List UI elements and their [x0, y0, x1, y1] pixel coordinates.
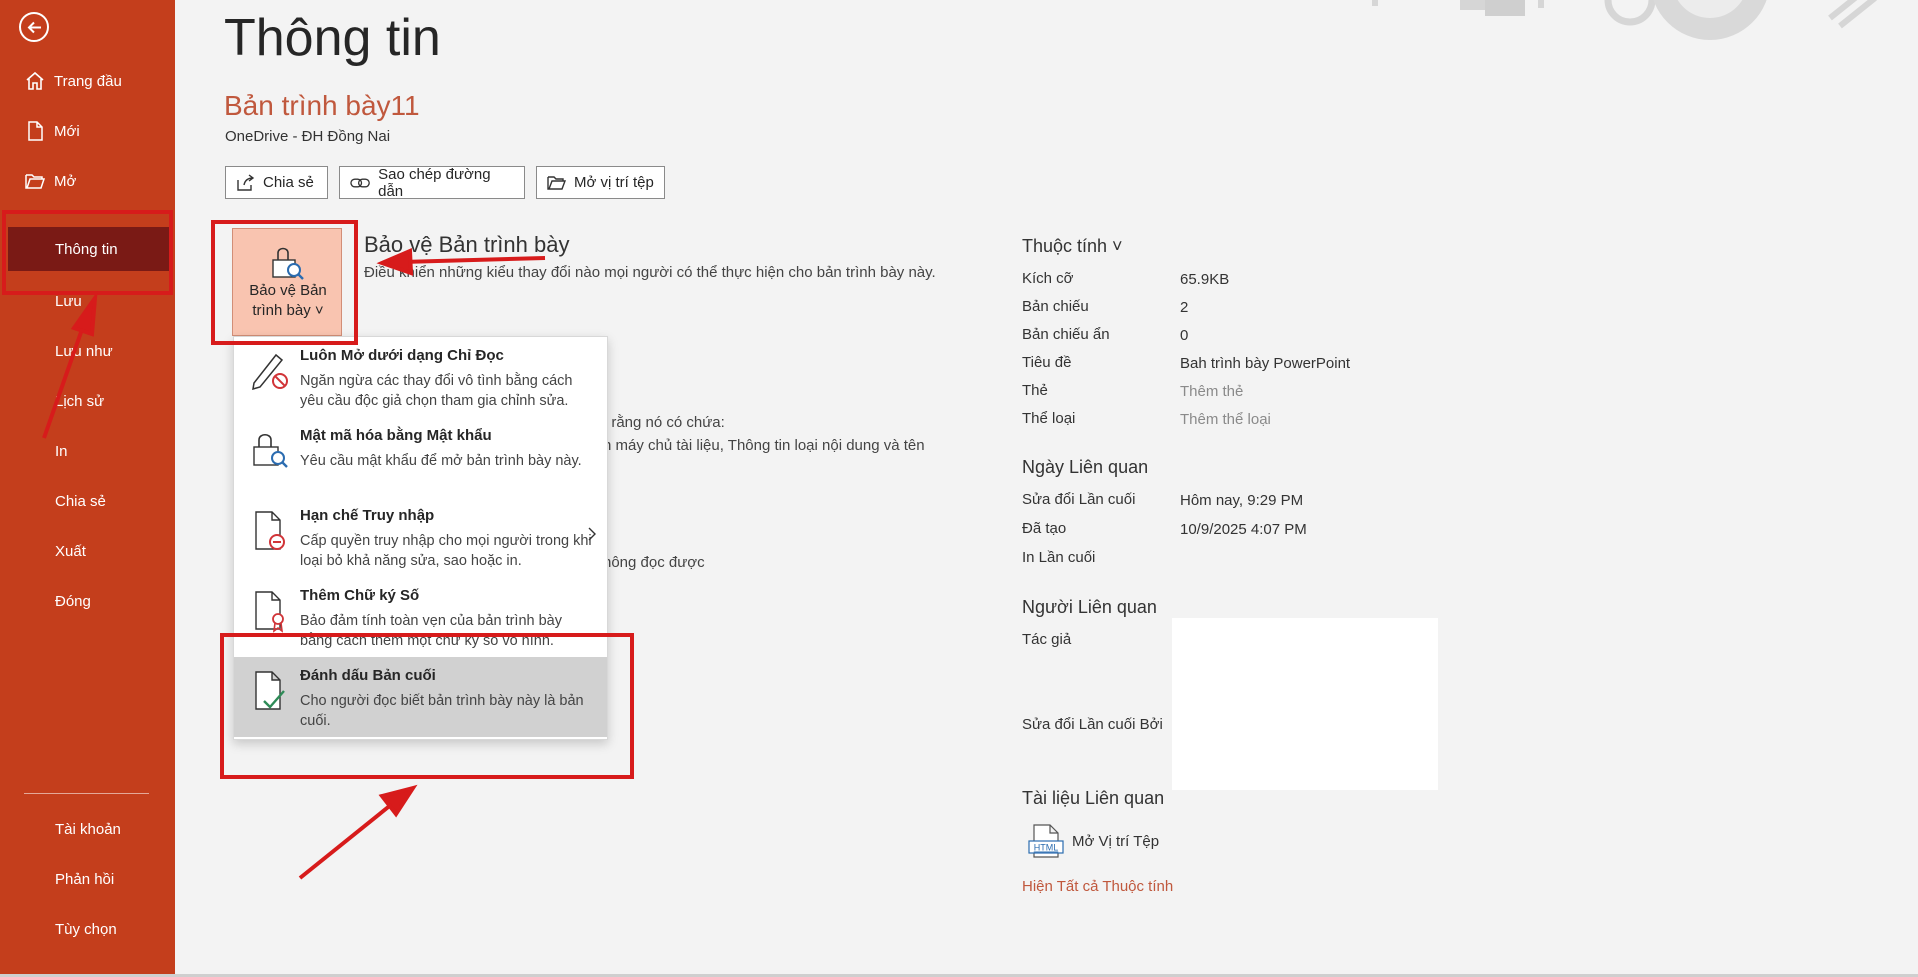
annotation-box-mark-final [220, 633, 634, 779]
background-decoration [1372, 0, 1877, 40]
open-file-location-button[interactable]: Mở vị trí tệp [536, 166, 665, 199]
annotation-box-protect [211, 220, 358, 345]
menu-encrypt-password[interactable]: Mật mã hóa bằng Mật khẩu Yêu cầu mật khẩ… [234, 417, 607, 497]
date-label-created: Đã tạo [1022, 520, 1067, 537]
html-file-icon: HTML [1028, 824, 1064, 858]
date-value-last-modified: Hôm nay, 9:29 PM [1180, 492, 1304, 509]
accessibility-text-line: hông đọc được [603, 554, 705, 571]
prop-value-size: 65.9KB [1180, 271, 1230, 288]
nav-save-as[interactable]: Lưu như [0, 329, 175, 373]
related-documents-heading: Tài liệu Liên quan [1022, 788, 1165, 808]
people-label-author: Tác giả [1022, 631, 1072, 648]
chevron-right-icon [588, 527, 596, 541]
inspect-text-line: t rằng nó có chứa: [603, 414, 725, 431]
inspect-text-line: n máy chủ tài liệu, Thông tin loại nội d… [603, 437, 925, 454]
date-value-created: 10/9/2025 4:07 PM [1180, 521, 1307, 538]
menu-restrict-access[interactable]: Hạn chế Truy nhập Cấp quyền truy nhập ch… [234, 497, 607, 577]
date-label-last-modified: Sửa đổi Lần cuối [1022, 491, 1136, 508]
date-label-last-printed: In Lần cuối [1022, 549, 1096, 566]
nav-home[interactable]: Trang đầu [0, 59, 175, 103]
nav-feedback[interactable]: Phản hồi [0, 857, 175, 901]
prop-value-categories[interactable]: Thêm thể loại [1180, 411, 1271, 428]
nav-print[interactable]: In [0, 429, 175, 473]
menu-always-open-read-only[interactable]: Luôn Mở dưới dạng Chỉ Đọc Ngăn ngừa các … [234, 337, 607, 417]
protect-description: Điều khiển những kiểu thay đổi nào mọi n… [364, 264, 936, 281]
open-file-location-link[interactable]: HTML Mở Vị trí Tệp [1028, 824, 1159, 858]
nav-history[interactable]: Lịch sử [0, 379, 175, 423]
sidebar-divider [24, 793, 149, 794]
document-location: OneDrive - ĐH Đồng Nai [225, 128, 391, 145]
prop-label-title: Tiêu đề [1022, 354, 1072, 371]
nav-account[interactable]: Tài khoản [0, 807, 175, 851]
svg-text:HTML: HTML [1034, 843, 1059, 853]
prop-label-hidden-slides: Bản chiếu ẩn [1022, 326, 1110, 343]
nav-open[interactable]: Mở [0, 159, 175, 203]
prop-value-slides: 2 [1180, 299, 1189, 316]
nav-new[interactable]: Mới [0, 109, 175, 153]
properties-heading[interactable]: Thuộc tính ˅ [1022, 236, 1123, 257]
lock-key-icon [253, 433, 288, 468]
prop-value-title[interactable]: Bah trình bày PowerPoint [1180, 355, 1350, 372]
annotation-box-info [2, 210, 173, 295]
nav-export[interactable]: Xuất [0, 529, 175, 573]
back-arrow-icon[interactable] [19, 12, 49, 42]
new-document-icon [24, 120, 46, 142]
backstage-sidebar: Trang đầu Mới Mở Thông tin Lưu Lưu như L… [0, 0, 175, 977]
copy-link-button[interactable]: Sao chép đường dẫn [339, 166, 525, 200]
show-all-properties-link[interactable]: Hiện Tất cả Thuộc tính [1022, 878, 1173, 895]
related-people-heading: Người Liên quan [1022, 597, 1157, 617]
home-icon [24, 70, 46, 92]
prop-label-tags: Thẻ [1022, 382, 1048, 399]
page-title: Thông tin [224, 9, 441, 67]
prop-label-slides: Bản chiếu [1022, 298, 1089, 315]
nav-options[interactable]: Tùy chọn [0, 907, 175, 951]
signature-document-icon [255, 591, 284, 633]
protect-heading: Bảo vệ Bản trình bày [364, 232, 570, 257]
share-icon [237, 173, 255, 191]
nav-share[interactable]: Chia sẻ [0, 479, 175, 523]
nav-close[interactable]: Đóng [0, 579, 175, 623]
restrict-document-icon [255, 511, 285, 550]
related-dates-heading: Ngày Liên quan [1022, 457, 1149, 477]
people-label-modified-by: Sửa đổi Lần cuối Bởi [1022, 716, 1163, 733]
share-button[interactable]: Chia sẻ [225, 166, 328, 199]
prop-label-categories: Thể loại [1022, 410, 1076, 427]
people-panel [1172, 618, 1438, 790]
prop-label-size: Kích cỡ [1022, 270, 1074, 287]
document-name: Bản trình bày11 [224, 90, 420, 121]
prop-value-tags[interactable]: Thêm thẻ [1180, 383, 1243, 400]
pencil-no-icon [252, 353, 288, 391]
prop-value-hidden-slides: 0 [1180, 327, 1189, 344]
folder-icon [547, 175, 567, 190]
open-folder-icon [24, 170, 46, 192]
link-icon [350, 177, 370, 188]
